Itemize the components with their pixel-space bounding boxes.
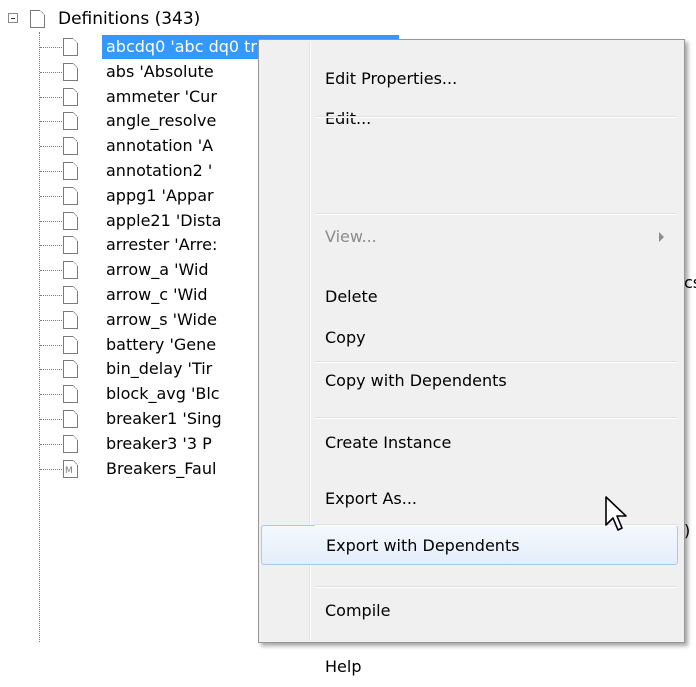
document-icon — [63, 137, 78, 156]
tree-item-label: arrester 'Arre: — [106, 235, 218, 255]
tree-root-label: Definitions (343) — [58, 9, 201, 29]
tree-connector-line — [40, 146, 62, 148]
menu-item-copy-with-dependents[interactable]: Copy with Dependents — [261, 361, 678, 401]
document-icon — [63, 434, 78, 453]
tree-connector-line — [40, 270, 62, 272]
tree-connector-line — [40, 195, 62, 197]
tree-connector-line — [40, 121, 62, 123]
tree-item-label: breaker1 'Sing — [106, 409, 222, 428]
menu-separator — [315, 213, 677, 215]
menu-item-label: Compile — [325, 601, 391, 620]
tree-connector-line — [40, 245, 62, 247]
document-icon — [63, 211, 78, 230]
menu-item-label: Delete — [325, 287, 378, 306]
document-icon — [63, 410, 78, 428]
document-icon — [63, 286, 78, 304]
document-icon — [63, 62, 78, 81]
document-icon — [63, 186, 78, 205]
tree-item-label: annotation2 ' — [106, 161, 213, 180]
tree-item-label: breaker3 '3 P — [106, 433, 212, 453]
tree-item-label: bin_delay 'Tir — [106, 359, 213, 379]
document-icon — [63, 360, 78, 379]
tree-item-label: appg1 'Appar — [106, 185, 214, 205]
menu-separator — [315, 417, 677, 419]
tree-connector-line — [40, 419, 62, 420]
menu-item-label: View... — [325, 227, 377, 246]
menu-item-label: Create Instance — [325, 433, 452, 452]
tree-connector-line — [40, 47, 62, 48]
document-icon — [63, 38, 78, 56]
mouse-pointer-icon — [605, 496, 627, 531]
tree-connector-line — [40, 344, 62, 346]
folder-document-icon — [30, 10, 45, 28]
tree-item-label: Breakers_Faul — [106, 458, 217, 478]
menu-separator — [315, 361, 677, 363]
tree-item-label: arrow_c 'Wid — [106, 285, 208, 304]
menu-separator — [315, 586, 677, 588]
tree-item-label: apple21 'Dista — [106, 210, 222, 230]
menu-item-create-instance[interactable]: Create Instance — [261, 423, 678, 463]
document-icon — [63, 261, 78, 280]
menu-item-label: Copy with Dependents — [325, 371, 507, 390]
document-icon — [63, 162, 78, 180]
collapse-icon[interactable] — [8, 13, 18, 23]
tree-connector-line — [40, 443, 62, 445]
tree-connector-line — [40, 319, 62, 321]
context-menu: Edit Properties... Edit... View... Delete Co… — [258, 39, 685, 676]
menu-item-label: Edit... — [325, 109, 372, 128]
module-icon: M — [63, 459, 78, 478]
menu-item-edit[interactable]: Edit... — [261, 99, 678, 139]
tree-item-label: arrow_s 'Wide — [106, 309, 217, 329]
menu-item-label: Export with Dependents — [326, 536, 520, 555]
tree-connector-line — [40, 220, 62, 222]
tree-connector-line — [40, 394, 62, 396]
tree-item-label: angle_resolve — [106, 111, 217, 131]
menu-item-label: Copy — [325, 328, 366, 347]
document-icon — [63, 335, 78, 354]
menu-item-label: Help — [325, 657, 362, 676]
tree-connector-line — [40, 71, 62, 73]
submenu-arrow-icon — [659, 232, 664, 242]
tree-item-label: battery 'Gene — [106, 334, 217, 354]
menu-item-label: Export As... — [325, 489, 417, 508]
row-text-behind-menu: cs — [684, 273, 696, 292]
tree-connector-line — [40, 369, 62, 371]
document-icon — [63, 310, 78, 329]
tree-connector-line — [40, 468, 62, 470]
tree-connector-line — [40, 171, 62, 172]
tree-item-label: abs 'Absolute — [106, 61, 214, 81]
menu-item-label: Edit Properties... — [325, 69, 458, 88]
menu-item-delete[interactable]: Delete — [261, 277, 678, 317]
tree-connector-line — [40, 96, 62, 98]
menu-item-edit-properties[interactable]: Edit Properties... — [261, 59, 678, 99]
tree-item-label: annotation 'A — [106, 136, 214, 156]
tree-item-label: ammeter 'Cur — [106, 86, 217, 106]
menu-item-help[interactable]: Help — [261, 647, 678, 687]
menu-item-compile[interactable]: Compile — [261, 591, 678, 631]
menu-item-view: View... — [261, 217, 678, 257]
document-icon — [63, 87, 78, 106]
document-icon — [63, 236, 78, 255]
document-icon — [63, 112, 78, 131]
menu-separator — [315, 116, 677, 118]
document-icon — [63, 385, 78, 404]
tree-guide-line — [39, 32, 40, 642]
tree-connector-line — [40, 295, 62, 296]
menu-item-copy[interactable]: Copy — [261, 318, 678, 358]
tree-item-label: block_avg 'Blc — [106, 384, 220, 404]
tree-item-label: arrow_a 'Wid — [106, 260, 209, 280]
